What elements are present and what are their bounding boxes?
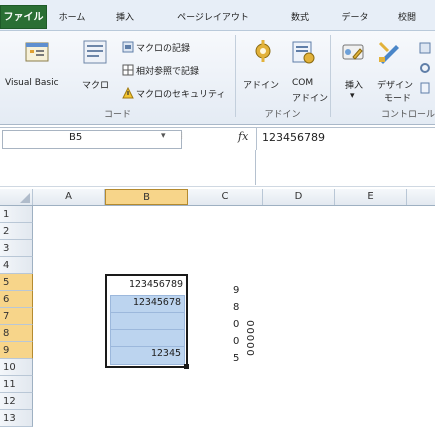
column-header-row: A B C D E: [0, 189, 435, 206]
relative-reference-icon[interactable]: [122, 64, 134, 76]
group-divider: [235, 35, 236, 117]
column-header-b[interactable]: B: [105, 189, 188, 205]
tab-page-layout[interactable]: ページレイアウト: [163, 8, 263, 28]
formula-input[interactable]: 123456789: [262, 131, 325, 144]
ribbon-tab-bar: ファイル ホーム 挿入 ページレイアウト 数式 データ 校閲: [0, 0, 435, 31]
fx-icon[interactable]: fx: [238, 130, 254, 146]
cell-gridline: [111, 329, 184, 330]
rotated-text-cell[interactable]: 00000: [246, 310, 265, 370]
rotated-text: 00000: [245, 319, 257, 356]
macro-icon[interactable]: [82, 39, 108, 67]
visual-basic-label[interactable]: Visual Basic: [5, 78, 59, 88]
row-header-1[interactable]: 1: [0, 206, 33, 223]
design-mode-icon[interactable]: [376, 39, 402, 65]
group-label-code: コード: [103, 110, 131, 120]
group-label-controls: コントロール: [380, 110, 435, 120]
chevron-down-icon[interactable]: ▾: [350, 91, 355, 101]
cell-b6[interactable]: 12345678: [133, 297, 181, 308]
design-mode-label-line1[interactable]: デザイン: [377, 78, 413, 91]
tab-file[interactable]: ファイル: [0, 5, 47, 29]
row-header-12[interactable]: 12: [0, 393, 33, 410]
properties-icon[interactable]: [418, 41, 432, 101]
column-header-c[interactable]: C: [188, 189, 263, 205]
macro-security-label[interactable]: マクロのセキュリティ: [136, 87, 225, 100]
formula-bar: B5 ▾ ⁞ fx 123456789: [0, 127, 435, 151]
name-box-expanded-area: [0, 150, 256, 185]
column-header-f[interactable]: [407, 189, 435, 205]
cell-e5[interactable]: 9: [233, 283, 253, 299]
record-macro-label[interactable]: マクロの記録: [136, 41, 190, 54]
insert-control-label[interactable]: 挿入: [345, 78, 363, 91]
group-label-addins: アドイン: [264, 110, 301, 120]
group-divider: [330, 35, 331, 117]
tab-data[interactable]: データ: [330, 8, 380, 28]
tab-home[interactable]: ホーム: [52, 8, 92, 28]
name-box-dropdown-icon[interactable]: ▾: [161, 131, 166, 141]
row-header-3[interactable]: 3: [0, 240, 33, 257]
column-header-d[interactable]: D: [263, 189, 335, 205]
column-header-e[interactable]: E: [335, 189, 407, 205]
row-header-6[interactable]: 6: [0, 291, 33, 308]
formula-separator: [256, 128, 257, 150]
name-box[interactable]: B5 ▾: [2, 130, 182, 149]
macro-label[interactable]: マクロ: [82, 78, 109, 91]
row-header-7[interactable]: 7: [0, 308, 33, 325]
com-addin-label-line1[interactable]: COM: [292, 78, 313, 88]
row-header-11[interactable]: 11: [0, 376, 33, 393]
row-header-8[interactable]: 8: [0, 325, 33, 342]
row-header-13[interactable]: 13: [0, 410, 33, 427]
select-all-corner[interactable]: [0, 189, 33, 205]
row-header-10[interactable]: 10: [0, 359, 33, 376]
com-addin-icon[interactable]: [290, 39, 316, 65]
insert-control-icon[interactable]: [340, 39, 366, 65]
tab-insert[interactable]: 挿入: [105, 8, 145, 28]
cell-gridline: [111, 312, 184, 313]
ribbon: Visual Basic マクロ マクロの記録 相対参照で記録 マクロのセキュリ…: [0, 31, 435, 125]
cell-b9[interactable]: 12345: [151, 348, 181, 359]
design-mode-label-line2[interactable]: モード: [384, 91, 411, 104]
formula-divider-icon: ⁞: [180, 131, 184, 142]
column-header-a[interactable]: A: [33, 189, 105, 205]
com-addin-label-line2[interactable]: アドイン: [292, 91, 328, 104]
row-header-2[interactable]: 2: [0, 223, 33, 240]
fill-handle[interactable]: [184, 364, 189, 369]
addin-label[interactable]: アドイン: [243, 78, 279, 91]
row-header-4[interactable]: 4: [0, 257, 33, 274]
selected-range-b5-b9[interactable]: 123456789 12345678 12345: [105, 274, 189, 369]
row-header-9[interactable]: 9: [0, 342, 33, 359]
addin-gear-icon[interactable]: [251, 39, 275, 63]
tab-review[interactable]: 校閲: [387, 8, 427, 28]
relative-reference-label[interactable]: 相対参照で記録: [136, 64, 199, 77]
tab-formulas[interactable]: 数式: [280, 8, 320, 28]
cell-b5[interactable]: 123456789: [129, 279, 183, 290]
warning-icon[interactable]: [122, 86, 134, 99]
visual-basic-icon[interactable]: [24, 39, 50, 65]
cell-gridline: [111, 346, 184, 347]
row-header-5[interactable]: 5: [0, 274, 33, 291]
record-macro-icon[interactable]: [122, 41, 134, 53]
cell-e6[interactable]: 8: [233, 300, 253, 316]
name-box-value: B5: [69, 132, 83, 143]
